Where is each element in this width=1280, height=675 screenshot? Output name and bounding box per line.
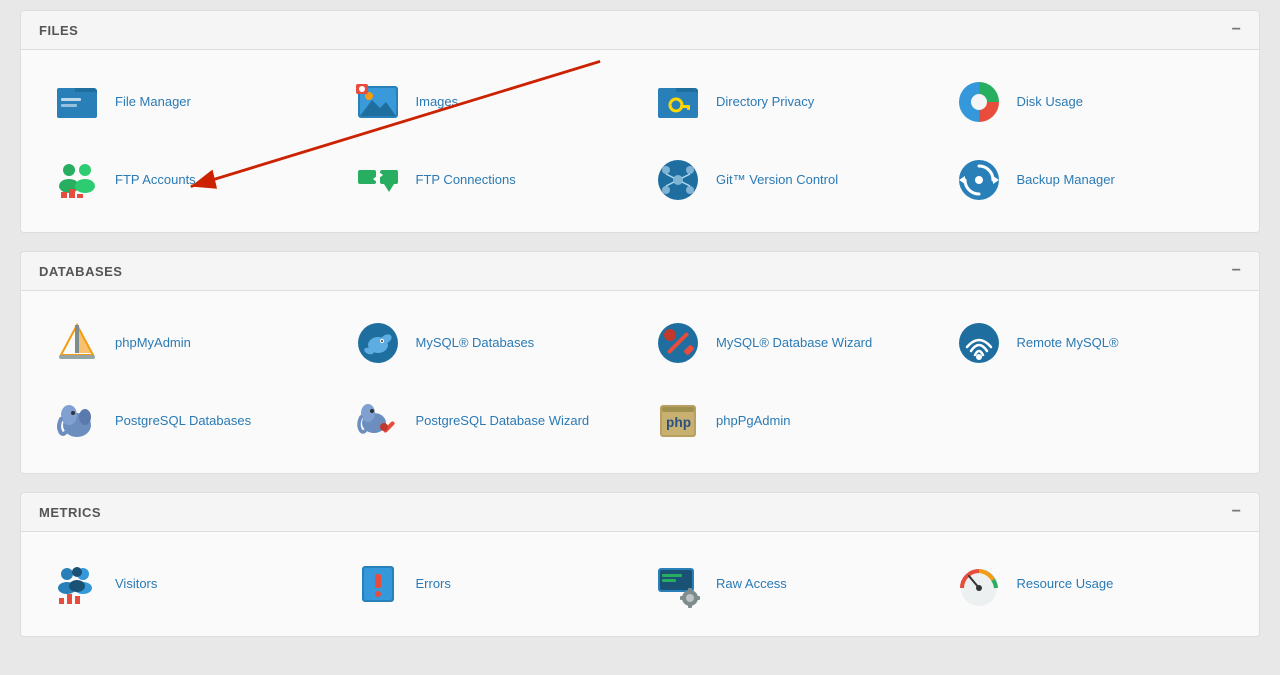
metrics-section-header: METRICS − xyxy=(21,493,1259,532)
ftp-accounts-item[interactable]: FTP Accounts xyxy=(39,146,340,214)
databases-collapse-icon[interactable]: − xyxy=(1232,262,1241,280)
metrics-section-body: Visitors Errors xyxy=(21,532,1259,636)
postgresql-databases-label: PostgreSQL Databases xyxy=(115,412,251,430)
directory-privacy-icon xyxy=(652,76,704,128)
phppgadmin-icon: php xyxy=(652,395,704,447)
errors-label: Errors xyxy=(416,575,451,593)
visitors-label: Visitors xyxy=(115,575,157,593)
databases-section: DATABASES − phpMyAdmin xyxy=(20,251,1260,474)
images-icon xyxy=(352,76,404,128)
file-manager-item[interactable]: File Manager xyxy=(39,68,340,136)
metrics-section: METRICS − xyxy=(20,492,1260,637)
directory-privacy-label: Directory Privacy xyxy=(716,93,814,111)
phppgadmin-label: phpPgAdmin xyxy=(716,412,790,430)
files-section-body: File Manager Images xyxy=(21,50,1259,232)
ftp-accounts-icon xyxy=(51,154,103,206)
ftp-connections-item[interactable]: FTP Connections xyxy=(340,146,641,214)
mysql-database-wizard-icon xyxy=(652,317,704,369)
disk-usage-item[interactable]: Disk Usage xyxy=(941,68,1242,136)
ftp-connections-icon xyxy=(352,154,404,206)
errors-icon xyxy=(352,558,404,610)
metrics-section-title: METRICS xyxy=(39,505,101,520)
svg-text:php: php xyxy=(666,416,691,432)
disk-usage-icon xyxy=(953,76,1005,128)
files-section-title: FILES xyxy=(39,23,78,38)
images-label: Images xyxy=(416,93,459,111)
ftp-accounts-label: FTP Accounts xyxy=(115,171,196,189)
postgresql-database-wizard-icon xyxy=(352,395,404,447)
postgresql-databases-icon xyxy=(51,395,103,447)
postgresql-databases-item[interactable]: PostgreSQL Databases xyxy=(39,387,340,455)
databases-section-header: DATABASES − xyxy=(21,252,1259,291)
visitors-item[interactable]: Visitors xyxy=(39,550,340,618)
files-items-grid: File Manager Images xyxy=(39,68,1241,214)
mysql-databases-item[interactable]: MySQL® Databases xyxy=(340,309,641,377)
file-manager-label: File Manager xyxy=(115,93,191,111)
raw-access-label: Raw Access xyxy=(716,575,787,593)
ftp-connections-label: FTP Connections xyxy=(416,171,516,189)
raw-access-icon xyxy=(652,558,704,610)
phpmyadmin-item[interactable]: phpMyAdmin xyxy=(39,309,340,377)
files-section: FILES − xyxy=(20,10,1260,233)
mysql-database-wizard-label: MySQL® Database Wizard xyxy=(716,334,872,352)
remote-mysql-item[interactable]: Remote MySQL® xyxy=(941,309,1242,377)
raw-access-item[interactable]: Raw Access xyxy=(640,550,941,618)
resource-usage-item[interactable]: Resource Usage xyxy=(941,550,1242,618)
backup-manager-label: Backup Manager xyxy=(1017,171,1115,189)
visitors-icon xyxy=(51,558,103,610)
files-section-header: FILES − xyxy=(21,11,1259,50)
phpmyadmin-label: phpMyAdmin xyxy=(115,334,191,352)
resource-usage-label: Resource Usage xyxy=(1017,575,1114,593)
directory-privacy-item[interactable]: Directory Privacy xyxy=(640,68,941,136)
disk-usage-label: Disk Usage xyxy=(1017,93,1083,111)
databases-section-body: phpMyAdmin xyxy=(21,291,1259,473)
files-collapse-icon[interactable]: − xyxy=(1232,21,1241,39)
mysql-databases-label: MySQL® Databases xyxy=(416,334,535,352)
images-item[interactable]: Images xyxy=(340,68,641,136)
metrics-collapse-icon[interactable]: − xyxy=(1232,503,1241,521)
git-version-control-label: Git™ Version Control xyxy=(716,171,838,189)
postgresql-database-wizard-item[interactable]: PostgreSQL Database Wizard xyxy=(340,387,641,455)
remote-mysql-icon xyxy=(953,317,1005,369)
git-version-control-item[interactable]: Git™ Version Control xyxy=(640,146,941,214)
git-version-control-icon xyxy=(652,154,704,206)
backup-manager-icon xyxy=(953,154,1005,206)
file-manager-icon xyxy=(51,76,103,128)
databases-section-title: DATABASES xyxy=(39,264,122,279)
databases-items-grid: phpMyAdmin xyxy=(39,309,1241,455)
mysql-database-wizard-item[interactable]: MySQL® Database Wizard xyxy=(640,309,941,377)
phpmyadmin-icon xyxy=(51,317,103,369)
errors-item[interactable]: Errors xyxy=(340,550,641,618)
metrics-items-grid: Visitors Errors xyxy=(39,550,1241,618)
remote-mysql-label: Remote MySQL® xyxy=(1017,334,1119,352)
backup-manager-item[interactable]: Backup Manager xyxy=(941,146,1242,214)
mysql-databases-icon xyxy=(352,317,404,369)
postgresql-database-wizard-label: PostgreSQL Database Wizard xyxy=(416,412,590,430)
resource-usage-icon xyxy=(953,558,1005,610)
phppgadmin-item[interactable]: php phpPgAdmin xyxy=(640,387,941,455)
